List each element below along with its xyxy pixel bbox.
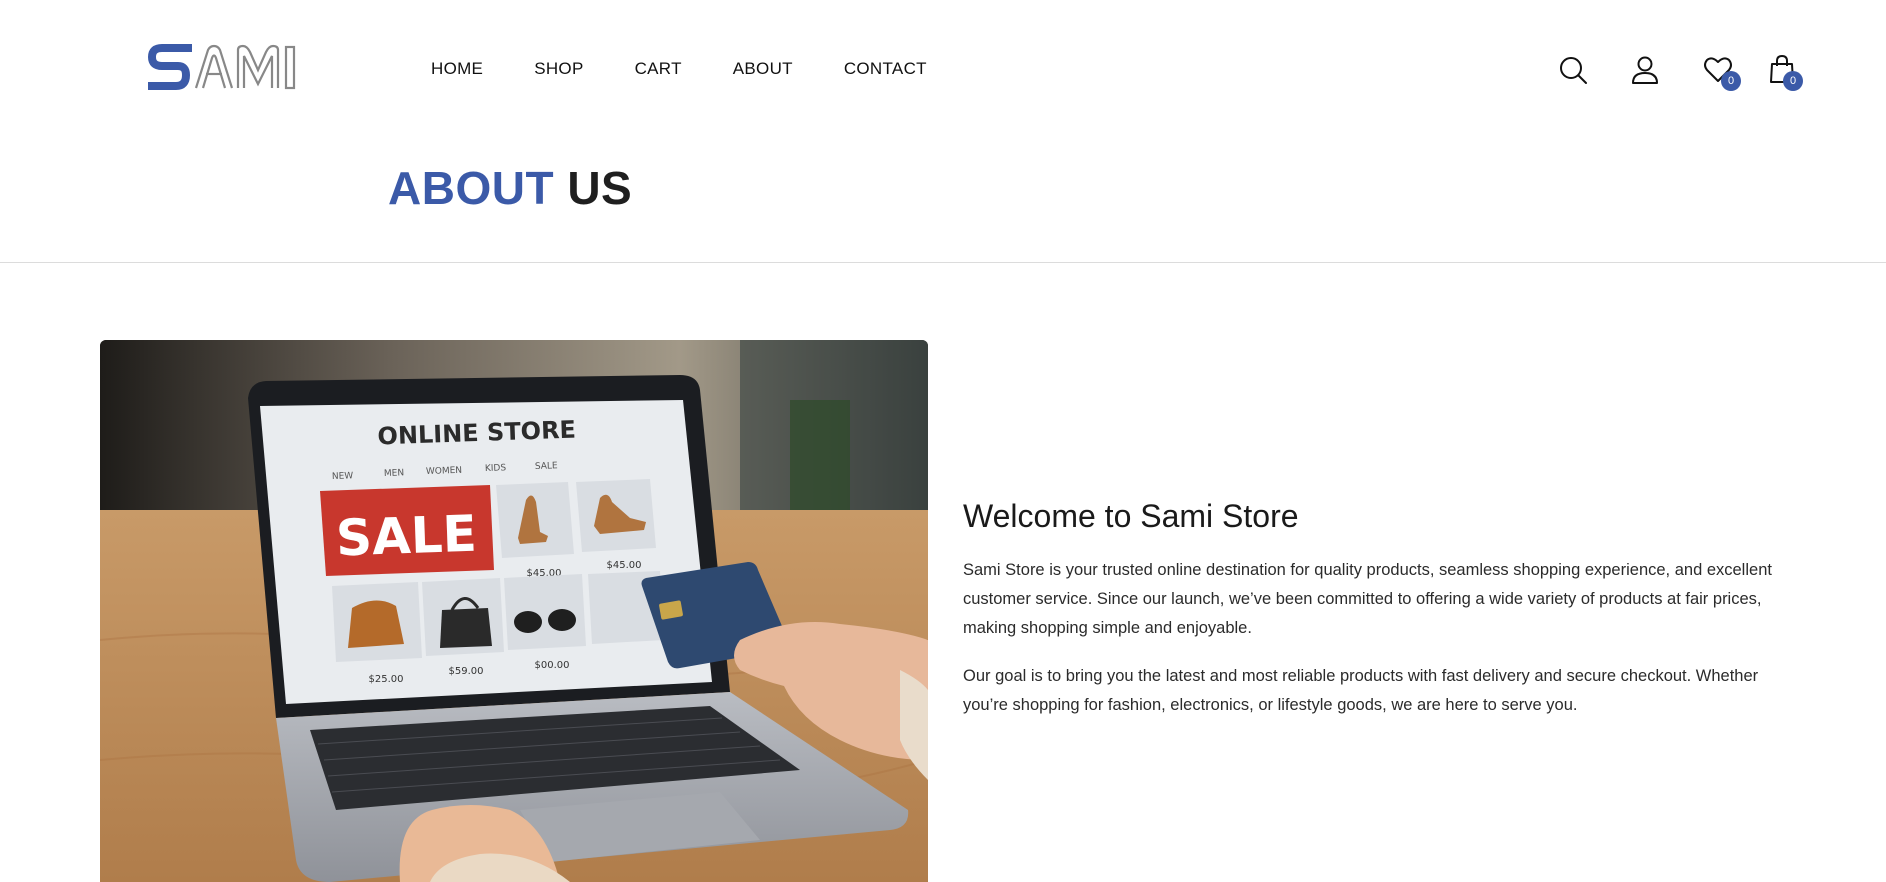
site-header: HOME SHOP CART ABOUT CONTACT 0 0 [0, 0, 1886, 140]
nav-about[interactable]: ABOUT [733, 58, 793, 80]
about-hero-image: ONLINE STORE NEW MEN WOMEN KIDS SALE SAL… [100, 340, 928, 882]
screen-menu-men: MEN [384, 468, 405, 479]
page-title-rest: US [567, 162, 633, 214]
screen-menu-women: WOMEN [426, 466, 462, 477]
screen-price-4: $59.00 [449, 666, 484, 677]
nav-shop[interactable]: SHOP [534, 58, 583, 80]
title-divider [0, 262, 1886, 263]
logo-mark [146, 44, 296, 90]
about-heading: Welcome to Sami Store [963, 498, 1299, 534]
screen-price-5: $00.00 [535, 660, 570, 671]
nav-contact[interactable]: CONTACT [844, 58, 927, 80]
nav-home[interactable]: HOME [431, 58, 483, 80]
nav-cart[interactable]: CART [635, 58, 682, 80]
page-title-accent: ABOUT [388, 162, 555, 214]
header-actions: 0 0 [1558, 52, 1808, 92]
search-button[interactable] [1558, 55, 1588, 85]
search-icon [1560, 57, 1587, 84]
account-button[interactable] [1630, 55, 1660, 85]
about-content: Welcome to Sami Store Sami Store is your… [963, 494, 1803, 739]
screen-sale-label: SALE [335, 505, 478, 568]
about-paragraph-1: Sami Store is your trusted online destin… [963, 561, 1772, 637]
cart-button[interactable]: 0 [1767, 54, 1803, 91]
main-nav: HOME SHOP CART ABOUT CONTACT [431, 58, 927, 80]
site-logo[interactable] [146, 44, 318, 92]
page-title: ABOUT US [388, 162, 632, 214]
screen-price-3: $25.00 [369, 674, 404, 685]
laptop-shopping-illustration: ONLINE STORE NEW MEN WOMEN KIDS SALE SAL… [100, 340, 928, 882]
screen-menu-kids: KIDS [485, 463, 507, 474]
screen-price-2: $45.00 [607, 560, 642, 571]
screen-menu-sale: SALE [535, 461, 558, 472]
screen-menu-new: NEW [332, 471, 354, 482]
wishlist-button[interactable]: 0 [1703, 55, 1741, 91]
wishlist-count-badge: 0 [1721, 71, 1741, 91]
cart-count-badge: 0 [1783, 71, 1803, 91]
user-icon [1632, 56, 1658, 84]
about-paragraph-2: Our goal is to bring you the latest and … [963, 667, 1759, 714]
